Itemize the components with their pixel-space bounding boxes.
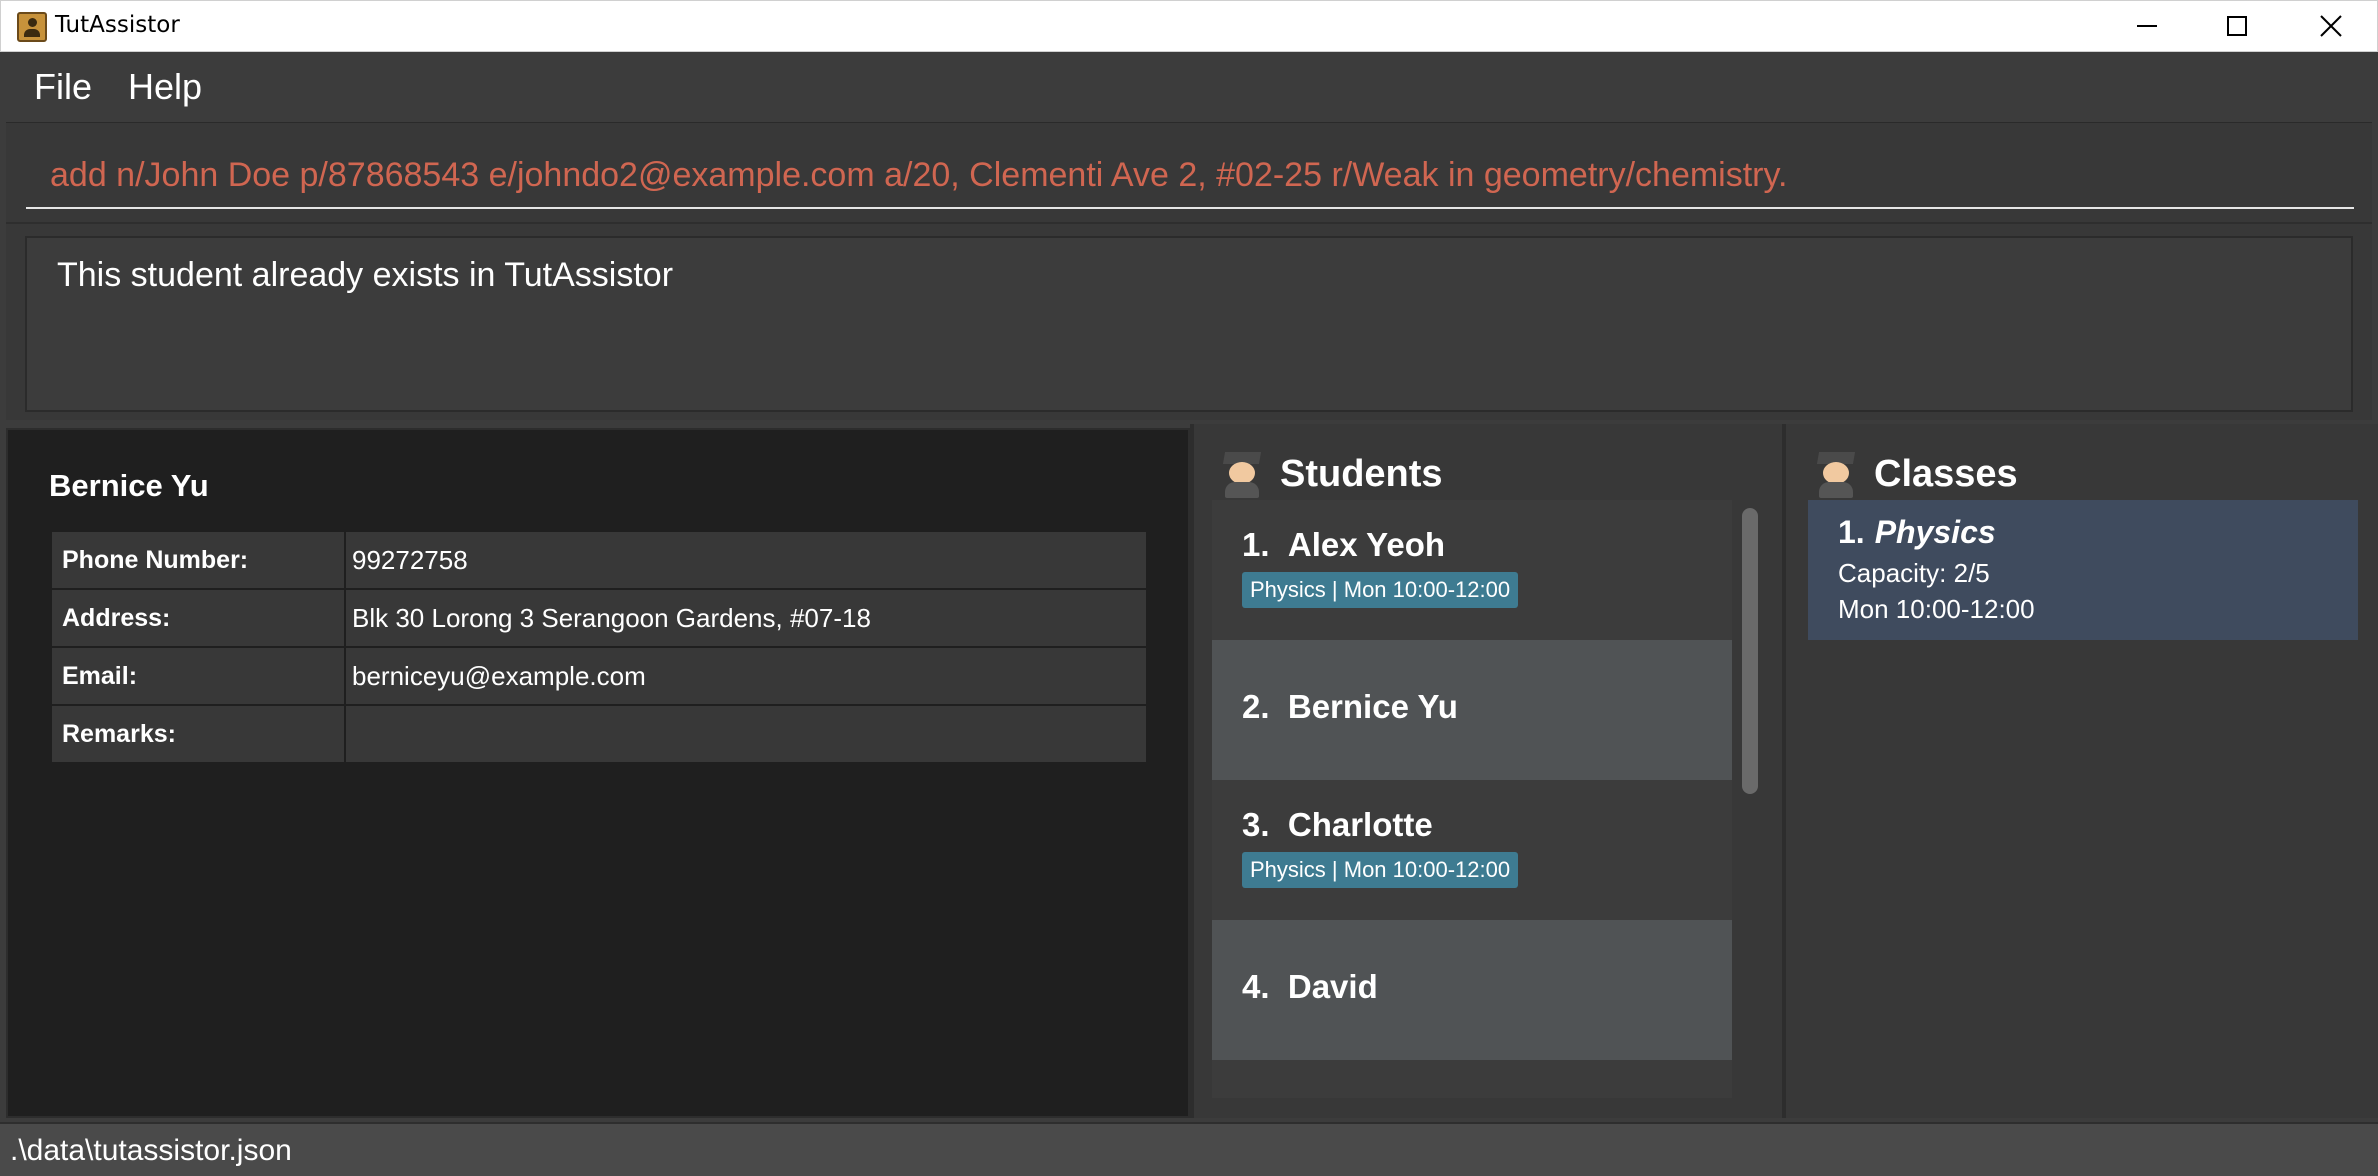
students-panel: Students 1. Alex Yeoh Physics | Mon 10:0… [1190,424,1782,1118]
student-name: 1. Alex Yeoh [1242,526,1446,563]
detail-value-email: berniceyu@example.com [344,646,1148,706]
detail-row-address: Address: Blk 30 Lorong 3 Serangoon Garde… [50,588,1148,648]
command-panel [6,122,2372,222]
menu-file[interactable]: File [34,66,92,108]
class-time: Mon 10:00-12:00 [1838,594,2035,624]
minimize-button[interactable] [2101,1,2193,51]
detail-table: Phone Number: 99272758 Address: Blk 30 L… [50,530,1148,764]
window-title: TutAssistor [55,12,180,38]
classes-header: Classes [1816,450,2018,498]
student-icon [1816,450,1856,498]
detail-label: Phone Number: [50,530,346,590]
result-panel: This student already exists in TutAssist… [6,222,2372,420]
detail-value-address: Blk 30 Lorong 3 Serangoon Gardens, #07-1… [344,588,1148,648]
student-card[interactable]: 4. David [1212,920,1732,1060]
detail-label: Email: [50,646,346,706]
student-list[interactable]: 1. Alex Yeoh Physics | Mon 10:00-12:00 2… [1212,500,1732,1098]
students-title: Students [1280,452,1443,495]
close-button[interactable] [2285,1,2377,51]
minimize-icon [2137,25,2157,27]
data-file-path: .\data\tutassistor.json [10,1134,292,1167]
student-list-scrollbar[interactable] [1742,508,1758,794]
class-capacity: Capacity: 2/5 [1838,558,1990,588]
class-card[interactable]: 1. Physics Capacity: 2/5 Mon 10:00-12:00 [1808,500,2358,640]
student-card[interactable]: 3. Charlotte Physics | Mon 10:00-12:00 [1212,780,1732,920]
result-message: This student already exists in TutAssist… [57,256,674,294]
student-name: 4. David [1242,968,1378,1005]
student-icon [1222,450,1262,498]
student-card[interactable]: 2. Bernice Yu [1212,640,1732,780]
contact-book-icon [17,12,47,42]
student-detail-panel: Bernice Yu Phone Number: 99272758 Addres… [6,428,1190,1118]
student-card[interactable]: 1. Alex Yeoh Physics | Mon 10:00-12:00 [1212,500,1732,640]
maximize-button[interactable] [2191,1,2283,51]
class-title: 1. Physics [1838,514,1996,550]
class-tag: Physics | Mon 10:00-12:00 [1242,852,1519,888]
student-name: 2. Bernice Yu [1242,688,1458,725]
detail-value-phone: 99272758 [344,530,1148,590]
detail-row-remarks: Remarks: [50,704,1148,764]
menu-bar: File Help [6,52,2372,122]
detail-value-remarks [344,704,1148,764]
classes-panel: Classes 1. Physics Capacity: 2/5 Mon 10:0… [1782,424,2378,1118]
student-name: 3. Charlotte [1242,806,1433,843]
close-icon [2320,15,2342,37]
detail-student-name: Bernice Yu [49,468,209,503]
menu-help[interactable]: Help [128,66,202,108]
students-header: Students [1222,450,1443,498]
status-bar: .\data\tutassistor.json [0,1122,2378,1176]
detail-label: Remarks: [50,704,346,764]
detail-row-email: Email: berniceyu@example.com [50,646,1148,706]
detail-label: Address: [50,588,346,648]
maximize-icon [2227,16,2247,36]
detail-row-phone: Phone Number: 99272758 [50,530,1148,590]
command-input[interactable] [26,143,2354,209]
classes-title: Classes [1874,452,2018,495]
window-titlebar: TutAssistor [0,0,2378,52]
result-display[interactable]: This student already exists in TutAssist… [25,236,2353,412]
class-tag: Physics | Mon 10:00-12:00 [1242,572,1519,608]
